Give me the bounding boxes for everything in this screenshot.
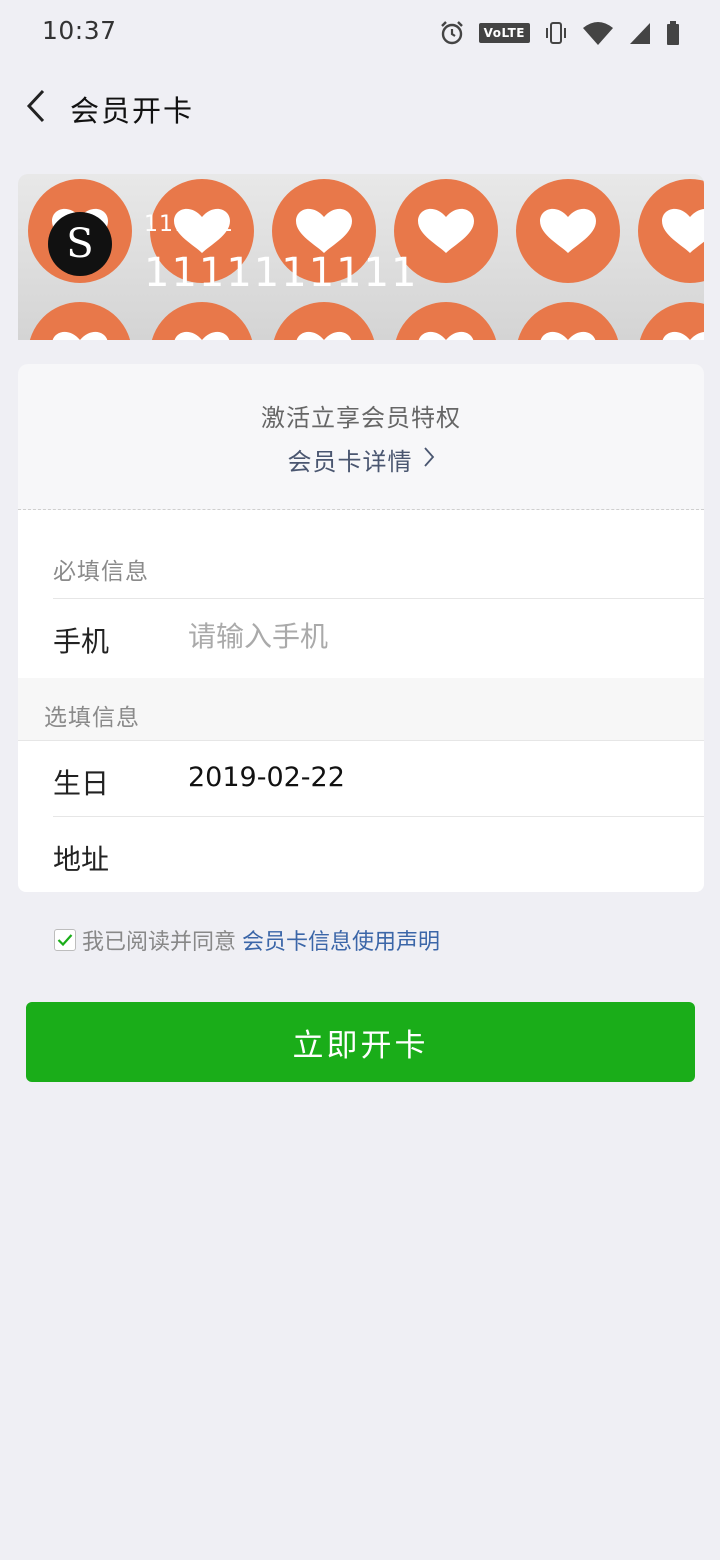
optional-section-label: 选填信息 — [44, 705, 140, 731]
signal-icon — [628, 21, 652, 45]
card-info-panel: 激活立享会员特权 会员卡详情 — [18, 364, 704, 510]
chevron-right-icon — [423, 446, 435, 474]
wifi-icon — [582, 20, 614, 46]
status-icons: VoLTE — [439, 18, 680, 48]
agreement-text: 我已阅读并同意 — [82, 930, 237, 955]
nav-bar: 会员开卡 — [0, 66, 720, 150]
birthday-row[interactable]: 生日 2019-02-22 — [18, 740, 704, 816]
address-label: 地址 — [53, 843, 110, 876]
privilege-slogan: 激活立享会员特权 — [261, 404, 461, 432]
check-icon — [57, 934, 73, 947]
status-time: 10:37 — [42, 16, 117, 45]
agreement-row: 我已阅读并同意 会员卡信息使用声明 — [54, 924, 440, 956]
battery-icon — [666, 20, 680, 46]
agreement-link[interactable]: 会员卡信息使用声明 — [242, 924, 440, 956]
phone-row: 手机 — [18, 598, 704, 674]
membership-card-banner: S 111111 1111111111 — [18, 174, 704, 340]
optional-section-band: 选填信息 — [18, 678, 704, 740]
alarm-icon — [439, 20, 465, 46]
required-section-label: 必填信息 — [53, 559, 149, 585]
phone-input[interactable] — [188, 614, 678, 658]
open-card-button[interactable]: 立即开卡 — [26, 1002, 695, 1082]
status-bar: 10:37 VoLTE — [0, 0, 720, 66]
birthday-value[interactable]: 2019-02-22 — [188, 762, 345, 793]
merchant-logo-avatar: S — [48, 212, 112, 276]
vibrate-icon — [544, 20, 568, 46]
chevron-left-icon[interactable] — [20, 86, 52, 126]
page-title: 会员开卡 — [70, 94, 195, 128]
birthday-label: 生日 — [53, 767, 110, 800]
volte-icon: VoLTE — [478, 23, 530, 43]
card-number: 1111111111 — [144, 250, 419, 296]
card-subtitle: 111111 — [144, 212, 234, 237]
address-row[interactable]: 地址 — [18, 816, 704, 892]
card-detail-label: 会员卡详情 — [287, 448, 413, 476]
phone-label: 手机 — [53, 625, 110, 658]
agreement-checkbox[interactable] — [54, 929, 76, 951]
member-form: 必填信息 手机 选填信息 生日 2019-02-22 地址 — [18, 510, 704, 892]
card-detail-link[interactable]: 会员卡详情 — [18, 442, 704, 477]
address-input[interactable] — [188, 832, 678, 876]
